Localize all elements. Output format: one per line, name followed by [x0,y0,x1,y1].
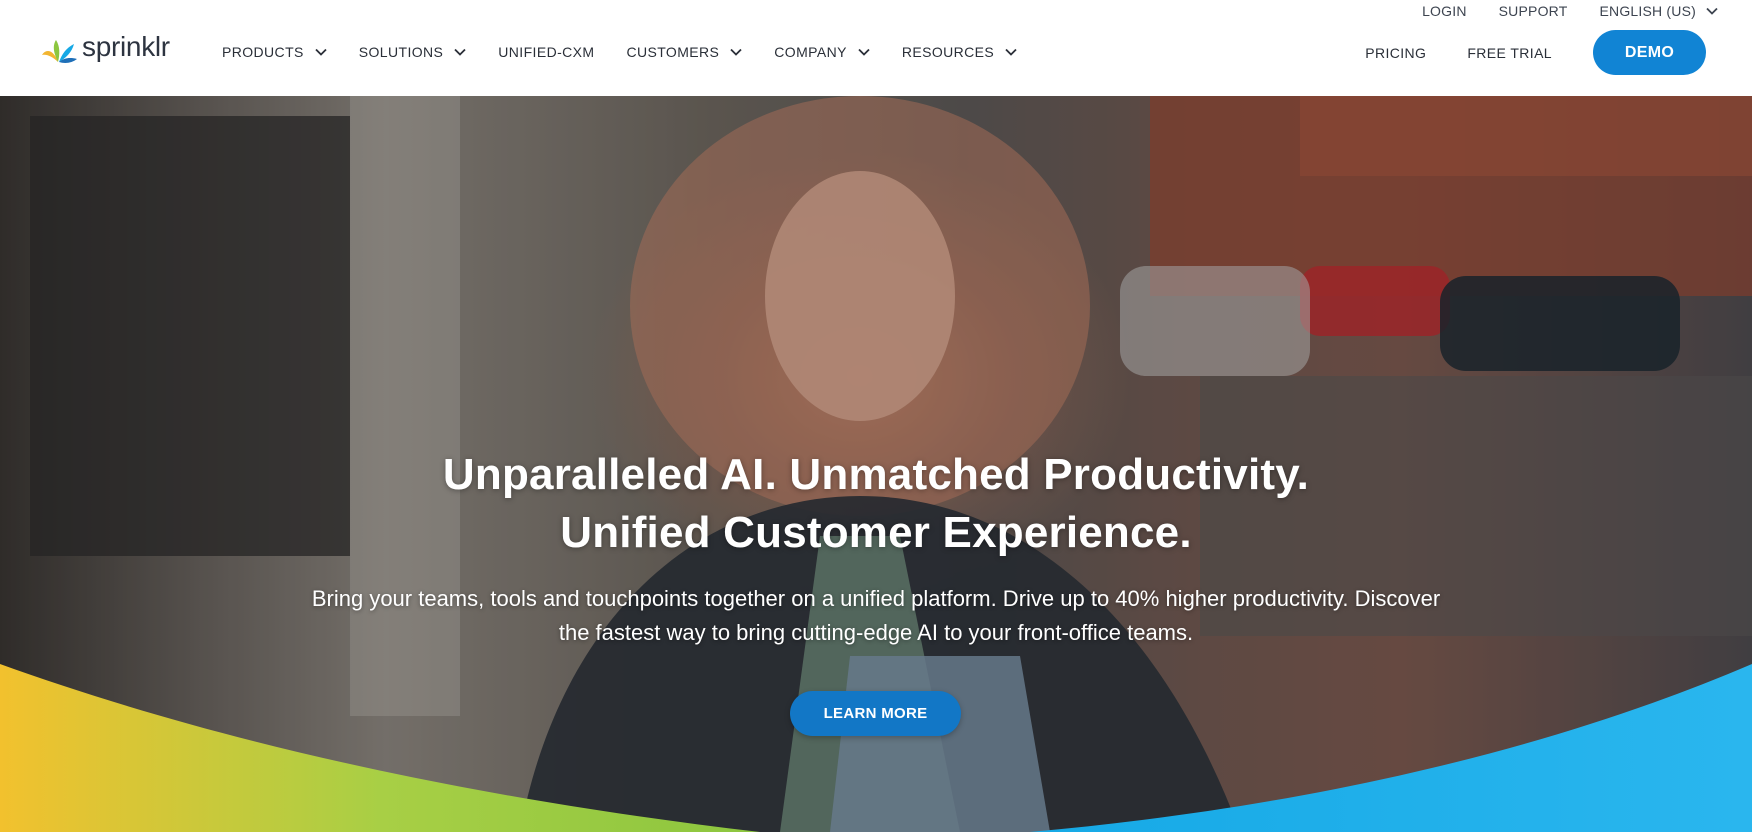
hero-section: Unparalleled AI. Unmatched Productivity.… [0,96,1752,832]
pricing-link[interactable]: PRICING [1365,45,1426,61]
headline-line-1: Unparalleled AI. Unmatched Productivity. [442,450,1310,499]
nav-label: CUSTOMERS [626,44,720,60]
subtext-line-2: the fastest way to bring cutting-edge AI… [558,620,1194,645]
chevron-down-icon [315,48,327,56]
nav-item-unified-cxm[interactable]: UNIFIED-CXM [498,44,594,60]
main-nav: PRODUCTS SOLUTIONS UNIFIED-CXM CUSTOMERS… [222,44,1049,60]
demo-button[interactable]: DEMO [1593,30,1706,75]
headline-line-2: Unified Customer Experience. [560,508,1192,557]
logo-wordmark: sprinklr [82,31,170,62]
hero-headline: Unparalleled AI. Unmatched Productivity.… [0,446,1752,562]
nav-label: UNIFIED-CXM [498,44,595,60]
nav-item-solutions[interactable]: SOLUTIONS [359,44,467,60]
support-link[interactable]: SUPPORT [1499,3,1568,19]
utility-nav: LOGIN SUPPORT ENGLISH (US) [1422,3,1718,19]
sprinklr-logo-icon [42,40,77,63]
language-label: ENGLISH (US) [1599,3,1696,19]
header-actions: PRICING FREE TRIAL DEMO [1365,30,1706,75]
nav-item-customers[interactable]: CUSTOMERS [626,44,742,60]
chevron-down-icon [1005,48,1017,56]
hero-subtext: Bring your teams, tools and touchpoints … [246,582,1506,650]
subtext-line-1: Bring your teams, tools and touchpoints … [311,586,1441,611]
nav-label: RESOURCES [901,44,995,60]
language-selector[interactable]: ENGLISH (US) [1599,3,1718,19]
nav-item-resources[interactable]: RESOURCES [902,44,1017,60]
chevron-down-icon [454,48,466,56]
nav-label: PRODUCTS [222,44,304,60]
login-link[interactable]: LOGIN [1422,3,1467,19]
learn-more-button[interactable]: LEARN MORE [790,691,961,736]
nav-label: SOLUTIONS [358,44,444,60]
chevron-down-icon [730,48,742,56]
chevron-down-icon [858,48,870,56]
nav-label: COMPANY [774,44,847,60]
chevron-down-icon [1706,7,1718,15]
nav-item-products[interactable]: PRODUCTS [222,44,327,60]
nav-item-company[interactable]: COMPANY [774,44,870,60]
site-header: LOGIN SUPPORT ENGLISH (US) sprinklr PROD… [0,0,1752,96]
sprinklr-logo[interactable]: sprinklr [42,31,170,66]
free-trial-link[interactable]: FREE TRIAL [1467,45,1552,61]
